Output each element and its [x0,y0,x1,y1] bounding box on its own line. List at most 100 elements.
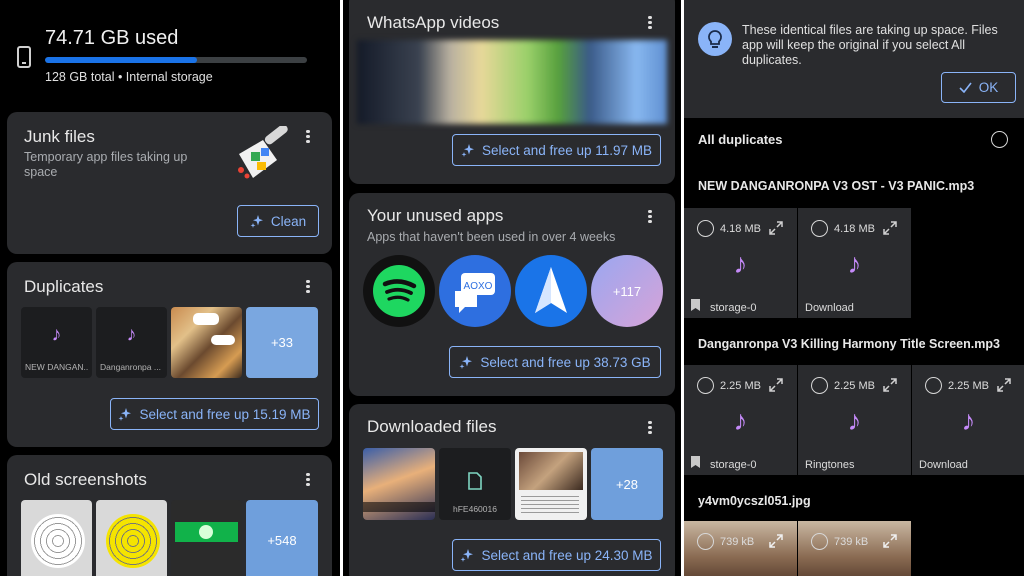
storage-overview-panel: 74.71 GB used 128 GB total • Internal st… [0,0,340,576]
free-whatsapp-label: Select and free up 11.97 MB [481,142,653,158]
group-file-name: y4vm0ycszl051.jpg [698,494,811,508]
spotify-icon [373,265,425,317]
junk-files-subtitle: Temporary app files taking up space [24,150,188,179]
unused-apps-card[interactable]: Your unused apps Apps that haven't been … [349,193,675,396]
screenshot-thumb[interactable] [96,500,167,576]
screenshot-thumb[interactable] [171,500,242,576]
more-count: +117 [612,283,642,299]
music-note-icon: ♪ [847,248,862,279]
expand-icon[interactable] [769,378,783,392]
screenshot-thumb[interactable] [21,500,92,576]
expand-icon[interactable] [883,378,897,392]
duplicates-more-thumb[interactable]: +33 [246,307,318,378]
select-radio[interactable] [811,377,828,394]
speech-bubble [193,313,219,325]
spark-app-icon[interactable] [515,255,587,327]
unused-apps-more[interactable]: +117 [591,255,663,327]
select-radio[interactable] [925,377,942,394]
check-icon [959,82,972,93]
select-radio[interactable] [697,377,714,394]
file-size: 739 kB [834,536,869,548]
duplicate-file-tile[interactable]: 2.25 MB ♪ Ringtones [798,365,911,475]
radar-graphic [31,514,85,568]
file-folder: Download [919,459,968,471]
clean-button[interactable]: Clean [237,205,319,237]
spotify-app-icon[interactable] [363,255,435,327]
free-downloads-button[interactable]: Select and free up 24.30 MB [452,539,661,571]
thumb-caption: Danganronpa ... [100,362,161,372]
downloaded-more-icon[interactable] [645,419,655,437]
ok-button[interactable]: OK [941,72,1016,103]
sparkle-icon [459,356,473,369]
whatsapp-more-icon[interactable] [645,14,655,32]
free-duplicates-button[interactable]: Select and free up 15.19 MB [110,398,319,430]
file-folder: storage-0 [710,459,757,471]
duplicate-file-tile[interactable]: 2.25 MB ♪ storage-0 [684,365,797,475]
duplicates-card[interactable]: Duplicates ♪ NEW DANGAN... ♪ Danganronpa… [7,262,332,447]
downloads-more-thumb[interactable]: +28 [591,448,663,520]
blurred-video-strip[interactable] [357,40,667,124]
all-duplicates-radio[interactable] [991,131,1008,148]
expand-icon[interactable] [883,221,897,235]
free-whatsapp-button[interactable]: Select and free up 11.97 MB [452,134,661,166]
free-unused-apps-button[interactable]: Select and free up 38.73 GB [449,346,661,378]
expand-icon[interactable] [883,534,897,548]
paper-plane-icon [535,267,567,313]
duplicate-thumb[interactable]: ♪ Danganronpa ... [96,307,167,378]
expand-icon[interactable] [769,534,783,548]
duplicates-title: Duplicates [24,277,104,296]
more-count: +33 [270,335,294,350]
storage-progress-bar [45,57,307,63]
free-unused-label: Select and free up 38.73 GB [480,354,651,370]
chat-bubbles-icon: AOXO [455,273,495,313]
group-file-name: NEW DANGANRONPA V3 OST - V3 PANIC.mp3 [698,179,975,193]
screenshots-more-thumb[interactable]: +548 [246,500,318,576]
download-thumb[interactable] [515,448,587,520]
music-note-icon: ♪ [51,323,62,346]
duplicate-thumb[interactable]: ♪ NEW DANGAN... [21,307,92,378]
select-radio[interactable] [697,220,714,237]
duplicate-image-thumb[interactable] [171,307,242,378]
file-icon [468,472,482,490]
tip-text: These identical files are taking up spac… [742,23,998,67]
subtitle-bar [363,502,435,512]
expand-icon[interactable] [997,378,1011,392]
lightbulb-icon [708,30,722,48]
duplicate-file-tile[interactable]: 2.25 MB ♪ Download [912,365,1024,475]
expand-icon[interactable] [769,221,783,235]
file-size: 2.25 MB [948,380,989,392]
storage-detail: 128 GB total • Internal storage [45,70,213,84]
downloaded-files-card[interactable]: Downloaded files hFE460016 +28 Select an… [349,404,675,576]
broom-icon [238,126,288,179]
file-folder: Download [805,302,854,314]
junk-files-card[interactable]: Junk files Temporary app files taking up… [7,112,332,254]
select-radio[interactable] [811,533,828,550]
duplicate-image-tile[interactable]: 739 kB [684,521,797,576]
select-radio[interactable] [811,220,828,237]
more-count: +548 [267,532,297,548]
cleanup-suggestions-panel: WhatsApp videos Select and free up 11.97… [343,0,681,576]
screenshots-more-icon[interactable] [303,471,313,489]
duplicate-image-tile[interactable]: 739 kB [798,521,911,576]
duplicates-more-icon[interactable] [303,278,313,296]
bookmark-icon [691,456,700,468]
duplicate-file-tile[interactable]: 4.18 MB ♪ storage-0 [684,208,797,318]
sparkle-icon [461,144,474,157]
sparkle-icon [250,215,263,228]
radar-graphic [106,514,160,568]
file-size: 2.25 MB [720,380,761,392]
download-thumb[interactable] [363,448,435,520]
old-screenshots-card[interactable]: Old screenshots +548 [7,455,332,576]
chat-app-icon[interactable]: AOXO [439,255,511,327]
download-file-thumb[interactable]: hFE460016 [439,448,511,520]
select-radio[interactable] [697,533,714,550]
whatsapp-videos-card[interactable]: WhatsApp videos Select and free up 11.97… [349,0,675,184]
file-folder: Ringtones [805,459,855,471]
duplicate-file-tile[interactable]: 4.18 MB ♪ Download [798,208,911,318]
file-size: 2.25 MB [834,380,875,392]
unused-more-icon[interactable] [645,208,655,226]
junk-more-icon[interactable] [303,128,313,146]
ok-button-label: OK [978,80,999,95]
music-note-icon: ♪ [126,323,137,346]
svg-text:AOXO: AOXO [464,281,493,292]
